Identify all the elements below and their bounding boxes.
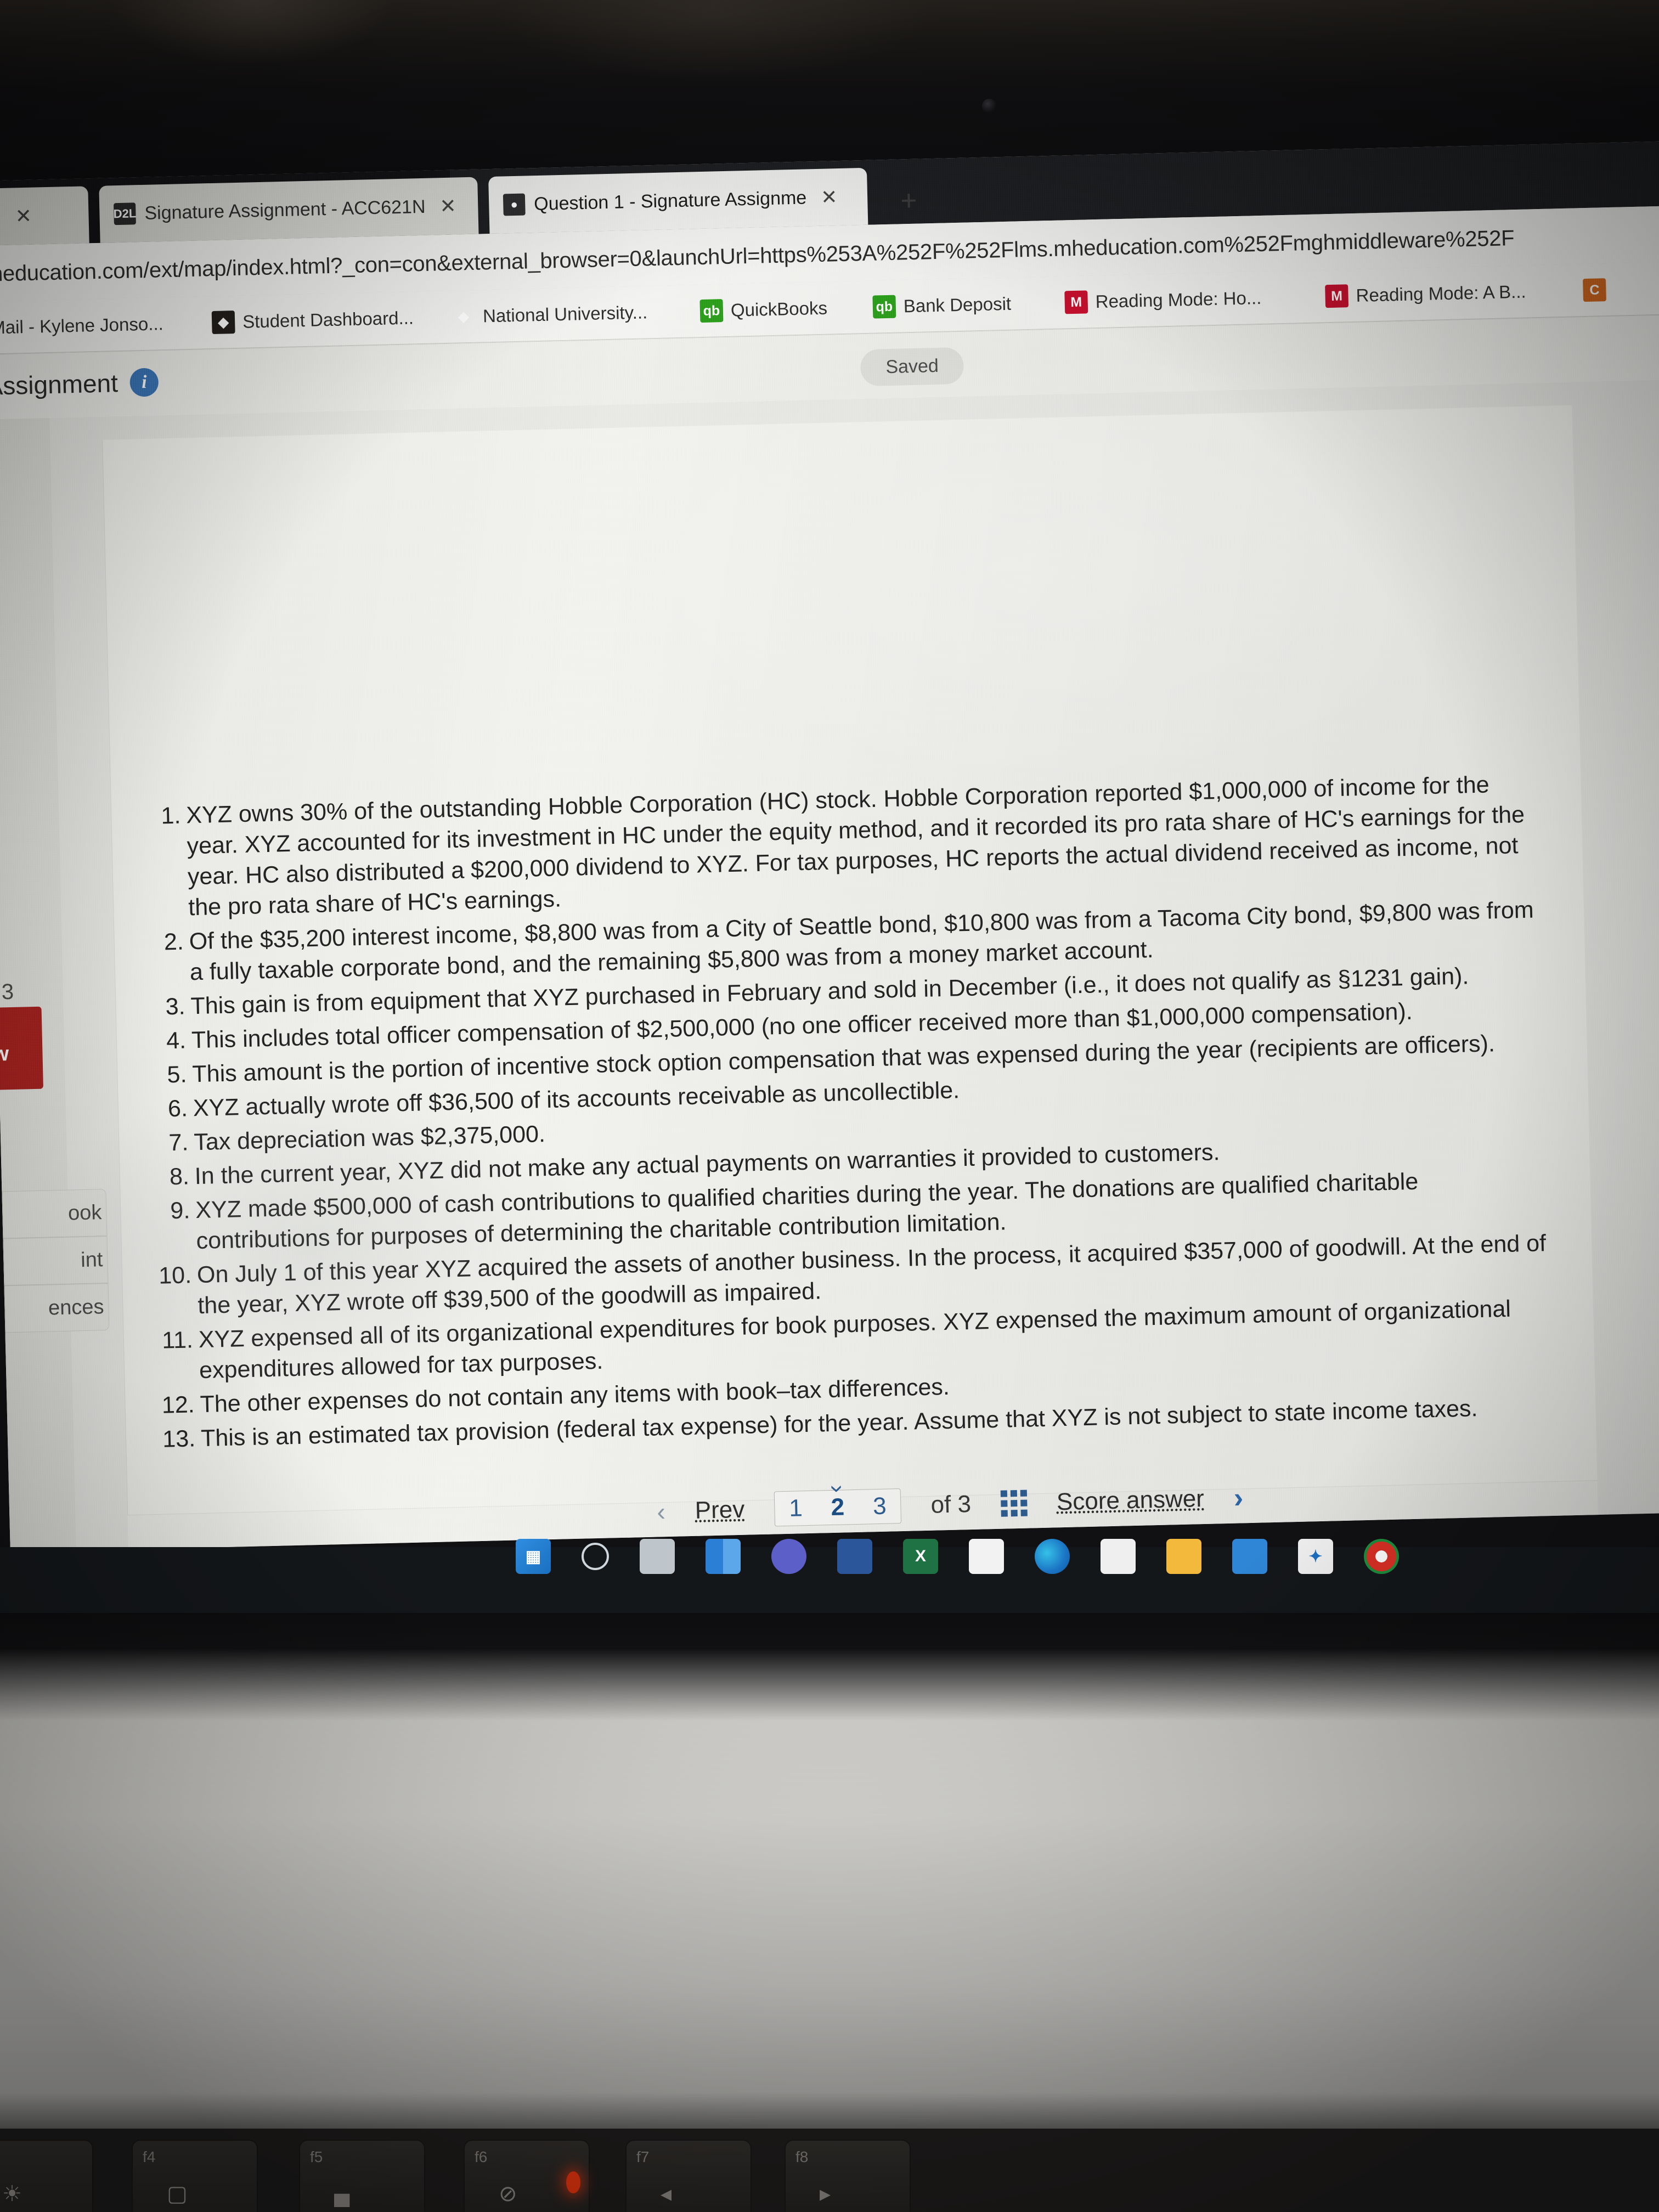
bookmark-label: Reading Mode: Ho... xyxy=(1095,287,1262,312)
browser-tab-1[interactable]: ational U ✕ xyxy=(0,186,89,247)
widgets-icon[interactable] xyxy=(706,1539,741,1574)
page-1[interactable]: 1 xyxy=(775,1491,817,1526)
key-label: f6 xyxy=(475,2148,488,2165)
excel-icon[interactable]: X xyxy=(903,1539,938,1574)
quickbooks-icon: qb xyxy=(872,295,896,319)
volume-up-icon: ▸ xyxy=(820,2182,831,2206)
logo-line-2: aw xyxy=(0,1042,9,1066)
bookmark-label: Mail - Kylene Jonso... xyxy=(0,313,164,338)
key-f4[interactable]: f4 ▢ xyxy=(132,2140,258,2212)
close-icon[interactable]: ✕ xyxy=(15,205,32,228)
mcgraw-hill-logo: c aw ll xyxy=(0,1006,44,1091)
webcam xyxy=(982,99,996,113)
search-icon[interactable] xyxy=(582,1543,609,1570)
tab-title: Signature Assignment - ACC621N xyxy=(144,196,426,224)
key-label: f5 xyxy=(310,2148,323,2165)
file-explorer-icon[interactable] xyxy=(1166,1539,1201,1574)
bookmark-mail[interactable]: ✉ Mail - Kylene Jonso... xyxy=(0,308,163,344)
bookmark-reading-mode-ho[interactable]: M Reading Mode: Ho... xyxy=(1064,283,1262,318)
edge-icon[interactable] xyxy=(1035,1539,1070,1574)
laptop-screen: ational U ✕ D2L Signature Assignment - A… xyxy=(0,140,1659,1553)
rail-button-ebook[interactable]: ook xyxy=(2,1189,108,1239)
word-icon[interactable] xyxy=(969,1539,1004,1574)
info-icon[interactable]: i xyxy=(129,368,159,397)
bookmark-chegg[interactable]: C xyxy=(1583,274,1606,306)
chrome-icon[interactable] xyxy=(1364,1539,1399,1574)
chegg-c-icon: C xyxy=(1583,278,1606,302)
bookmark-bank-deposit[interactable]: qb Bank Deposit xyxy=(872,289,1012,323)
grid-icon[interactable] xyxy=(1000,1489,1028,1517)
close-icon[interactable]: ✕ xyxy=(821,185,838,209)
mcgraw-m-icon: M xyxy=(1064,290,1088,314)
browser-tab-2[interactable]: D2L Signature Assignment - ACC621N ✕ xyxy=(99,177,479,243)
dropbox-icon[interactable]: ✦ xyxy=(1298,1539,1333,1574)
status-badge: Saved xyxy=(860,347,964,387)
chevron-up-icon: › xyxy=(823,1484,851,1493)
mheducation-favicon-icon: ● xyxy=(503,193,526,216)
national-university-icon: ◆ xyxy=(458,308,470,325)
numbered-facts: XYZ owns 30% of the outstanding Hobble C… xyxy=(141,768,1560,1455)
mcgraw-m-icon: M xyxy=(1325,284,1349,308)
photo-of-laptop-screen: ational U ✕ D2L Signature Assignment - A… xyxy=(0,0,1659,2212)
page-title: e Assignment i xyxy=(0,367,159,401)
page-count-label: of 3 xyxy=(930,1491,972,1519)
key-label: f7 xyxy=(636,2148,650,2165)
bookmark-label: Reading Mode: A B... xyxy=(1356,281,1527,306)
chevron-right-icon[interactable]: › xyxy=(1233,1481,1244,1514)
browser-tab-3[interactable]: ● Question 1 - Signature Assignme ✕ xyxy=(488,167,868,234)
background-blur-left xyxy=(110,0,395,66)
outlook-icon[interactable] xyxy=(837,1539,872,1574)
bookmark-label: Student Dashboard... xyxy=(242,307,414,332)
volume-down-icon: ◂ xyxy=(661,2182,672,2206)
key-f5[interactable]: f5 ▄ xyxy=(299,2140,425,2212)
microsoft-store-icon[interactable] xyxy=(1101,1539,1136,1574)
quickbooks-icon: qb xyxy=(699,299,724,323)
taskbar-icons: ▦ X ✦ xyxy=(516,1539,1399,1574)
start-icon[interactable]: ▦ xyxy=(516,1539,551,1574)
key-f8[interactable]: f8 ▸ xyxy=(785,2140,911,2212)
background-blur-right xyxy=(494,0,933,82)
bookmark-label: QuickBooks xyxy=(730,297,828,320)
keyboard-backlight-icon: ▄ xyxy=(334,2181,350,2205)
page-selector[interactable]: › 1 2 3 xyxy=(774,1485,902,1527)
teams-icon[interactable] xyxy=(771,1539,806,1574)
page-3[interactable]: 3 xyxy=(858,1489,901,1524)
d2l-favicon-icon: D2L xyxy=(113,202,137,225)
rail-button-hint[interactable]: int xyxy=(3,1235,109,1286)
tab-title: Question 1 - Signature Assignme xyxy=(533,187,807,215)
bookmark-quickbooks[interactable]: qb QuickBooks xyxy=(699,293,827,326)
onedrive-icon[interactable] xyxy=(1232,1539,1267,1574)
mute-led xyxy=(566,2171,580,2193)
bookmark-label: National University... xyxy=(482,302,648,326)
close-icon[interactable]: ✕ xyxy=(439,194,456,218)
prev-button[interactable]: Prev xyxy=(695,1496,745,1525)
rail-button-references[interactable]: ences xyxy=(4,1283,110,1333)
bookmark-student-dashboard[interactable]: ◆ Student Dashboard... xyxy=(211,302,414,338)
bookmark-label: Bank Deposit xyxy=(903,293,1012,317)
mheducation-app: e Assignment i Saved 3 ook int ences c a… xyxy=(0,314,1659,1553)
key-f3[interactable]: f3 ☀ xyxy=(0,2140,93,2212)
laptop-base: hp ⁎ xyxy=(0,1613,1659,2212)
key-label: f4 xyxy=(143,2148,156,2165)
screen-switch-icon: ▢ xyxy=(167,2182,188,2206)
key-f7[interactable]: f7 ◂ xyxy=(625,2140,752,2212)
page-title-text: e Assignment xyxy=(0,369,119,400)
brightness-icon: ☀ xyxy=(2,2182,22,2206)
tab-title: ational U xyxy=(0,206,2,229)
question-number-label: 3 xyxy=(1,979,14,1005)
score-answer-button[interactable]: Score answer xyxy=(1056,1485,1204,1516)
chevron-left-icon[interactable]: ‹ xyxy=(657,1497,666,1526)
key-label: f8 xyxy=(795,2148,809,2165)
task-view-icon[interactable] xyxy=(640,1539,675,1574)
bookmark-national-university[interactable]: ◆ National University... xyxy=(452,297,647,332)
key-f6[interactable]: f6 ⊘ xyxy=(464,2140,590,2212)
bookmark-reading-mode-ab[interactable]: M Reading Mode: A B... xyxy=(1325,276,1526,312)
dashboard-icon: ◆ xyxy=(211,311,235,335)
question-facts-list: XYZ owns 30% of the outstanding Hobble C… xyxy=(141,768,1561,1458)
new-tab-button[interactable]: + xyxy=(900,184,918,218)
